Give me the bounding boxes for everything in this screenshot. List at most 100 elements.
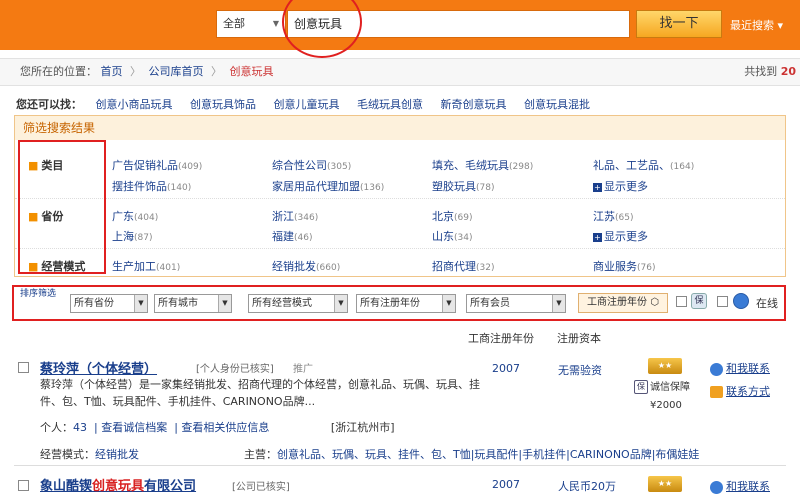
people-count: 43 [73, 421, 87, 434]
filter-option[interactable]: 综合性公司(305) [272, 157, 351, 173]
related-search-link[interactable]: 创意玩具混批 [524, 98, 590, 111]
filter-option-name: 招商代理 [432, 260, 476, 273]
contact-card-icon [710, 386, 723, 398]
dropdown-bar-title: 排序筛选 [20, 289, 57, 299]
filter-option-name: 家居用品代理加盟 [272, 180, 360, 193]
filter-option-count: (46) [294, 233, 313, 243]
filter-option[interactable]: 广告促销礼品(409) [112, 157, 202, 173]
reg-capital-value: 人民币20万 [558, 480, 616, 493]
company-name-highlight: 创意玩具 [92, 479, 145, 494]
filter-option[interactable]: 家居用品代理加盟(136) [272, 178, 384, 194]
result-checkbox[interactable] [18, 362, 29, 373]
breadcrumb-current: 创意玩具 [229, 65, 274, 78]
filter-option-name: 摆挂件饰品 [112, 180, 167, 193]
chevron-down-icon: ▼ [442, 295, 455, 312]
chevron-down-icon: ▼ [218, 295, 231, 312]
filter-option[interactable]: 广东(404) [112, 208, 158, 224]
contact-me-label: 和我联系 [726, 362, 770, 375]
filter-option-count: (164) [670, 162, 695, 172]
main-label: 主营： [244, 448, 277, 461]
filter-option[interactable]: 礼品、工艺品、(164) [593, 157, 694, 173]
filter-option[interactable]: 北京(69) [432, 208, 472, 224]
membership-badge-icon: ★★ [648, 358, 682, 374]
verify-tag: [公司已核实] [232, 482, 290, 493]
filter-option[interactable]: 商业服务(76) [593, 258, 655, 274]
supply-info-link[interactable]: 查看相关供应信息 [181, 421, 269, 434]
online-status-icon [733, 293, 749, 309]
company-name-link[interactable]: 蔡玲萍（个体经营） [40, 358, 157, 377]
filter-option[interactable]: 塑胶玩具(78) [432, 178, 494, 194]
company-main-row: 主营：创意礼品、玩偶、玩具、挂件、包、T恤|玩具配件|手机挂件|CARINONO… [244, 446, 726, 462]
related-search-link[interactable]: 创意儿童玩具 [274, 98, 340, 111]
reg-year-select-value: 所有注册年份 [360, 298, 420, 309]
related-search-link[interactable]: 创意玩具饰品 [190, 98, 256, 111]
filter-option-count: (140) [167, 183, 192, 193]
filter-option-name: 填充、毛绒玩具 [432, 159, 509, 172]
filter-option-name: 上海 [112, 230, 134, 243]
contact-me-link[interactable]: 和我联系 [710, 360, 770, 376]
filter-row-divider [15, 248, 785, 249]
related-search-link[interactable]: 毛绒玩具创意 [357, 98, 423, 111]
related-search-link[interactable]: 创意小商品玩具 [96, 98, 173, 111]
chat-icon [710, 362, 723, 376]
people-label: 个人： [40, 421, 73, 434]
credit-record-link[interactable]: 查看诚信档案 [101, 421, 167, 434]
mode-value[interactable]: 经销批发 [95, 448, 139, 461]
contact-info-link[interactable]: 联系方式 [710, 383, 770, 399]
related-search-link[interactable]: 新奇创意玩具 [441, 98, 507, 111]
show-more-categories[interactable]: + 显示更多 [593, 178, 648, 194]
recent-search-link[interactable]: 最近搜索 ▾ [730, 17, 783, 33]
city-select[interactable]: 所有城市 ▼ [154, 294, 232, 313]
chat-icon [710, 480, 723, 494]
result-count-prefix: 共找到 [744, 65, 778, 78]
show-more-provinces[interactable]: + 显示更多 [593, 228, 648, 244]
filter-option-count: (346) [294, 213, 319, 223]
business-mode-select[interactable]: 所有经营模式 ▼ [248, 294, 348, 313]
membership-badge-icon: ★★ [648, 476, 682, 492]
search-button[interactable]: 找一下 [636, 10, 722, 38]
chevron-down-icon: ▼ [334, 295, 347, 312]
filter-row-divider [15, 198, 785, 199]
filter-option[interactable]: 江苏(65) [593, 208, 633, 224]
filter-option-name: 山东 [432, 230, 454, 243]
filter-option-name: 广告促销礼品 [112, 159, 178, 172]
contact-me-link[interactable]: 和我联系 [710, 478, 770, 494]
reg-year-button[interactable]: 工商注册年份 ⬡ [578, 293, 668, 313]
company-location: [浙江杭州市] [330, 421, 395, 434]
filter-checkbox[interactable] [676, 296, 687, 307]
guarantee-label: 保诚信保障 [634, 378, 690, 394]
result-checkbox[interactable] [18, 480, 29, 491]
filter-option[interactable]: 经销批发(660) [272, 258, 340, 274]
filter-option-name: 综合性公司 [272, 159, 327, 172]
filter-option-count: (34) [454, 233, 473, 243]
filter-option[interactable]: 上海(87) [112, 228, 152, 244]
contact-me-label: 和我联系 [726, 480, 770, 493]
online-checkbox[interactable] [717, 296, 728, 307]
shield-icon: 保 [634, 380, 648, 394]
company-name-link[interactable]: 象山酷锲创意玩具有限公司 [40, 475, 196, 494]
filter-option[interactable]: 摆挂件饰品(140) [112, 178, 191, 194]
reg-year-select[interactable]: 所有注册年份 ▼ [356, 294, 456, 313]
search-scope-select[interactable]: 全部 ▼ [216, 10, 286, 38]
filter-option[interactable]: 招商代理(32) [432, 258, 494, 274]
filter-panel-title: 筛选搜索结果 [15, 116, 785, 140]
filter-option-name: 经销批发 [272, 260, 316, 273]
filter-option[interactable]: 填充、毛绒玩具(298) [432, 157, 533, 173]
filter-option[interactable]: 山东(34) [432, 228, 472, 244]
show-more-label: 显示更多 [604, 180, 648, 193]
plus-icon: + [593, 183, 602, 192]
reg-capital-value: 无需验资 [558, 364, 602, 377]
breadcrumb-home[interactable]: 首页 [101, 65, 123, 78]
breadcrumb-company-home[interactable]: 公司库首页 [149, 65, 204, 78]
filter-option-name: 商业服务 [593, 260, 637, 273]
filter-option[interactable]: 福建(46) [272, 228, 312, 244]
province-select[interactable]: 所有省份 ▼ [70, 294, 148, 313]
filter-option[interactable]: 生产加工(401) [112, 258, 180, 274]
recent-search-label: 最近搜索 [730, 19, 774, 32]
filter-option[interactable]: 浙江(346) [272, 208, 318, 224]
verify-tag: [个人身份已核实] [196, 364, 274, 375]
member-select[interactable]: 所有会员 ▼ [466, 294, 566, 313]
column-reg-year: 工商注册年份 [468, 332, 534, 345]
filter-option-name: 浙江 [272, 210, 294, 223]
reg-year-value: 2007 [492, 478, 520, 491]
